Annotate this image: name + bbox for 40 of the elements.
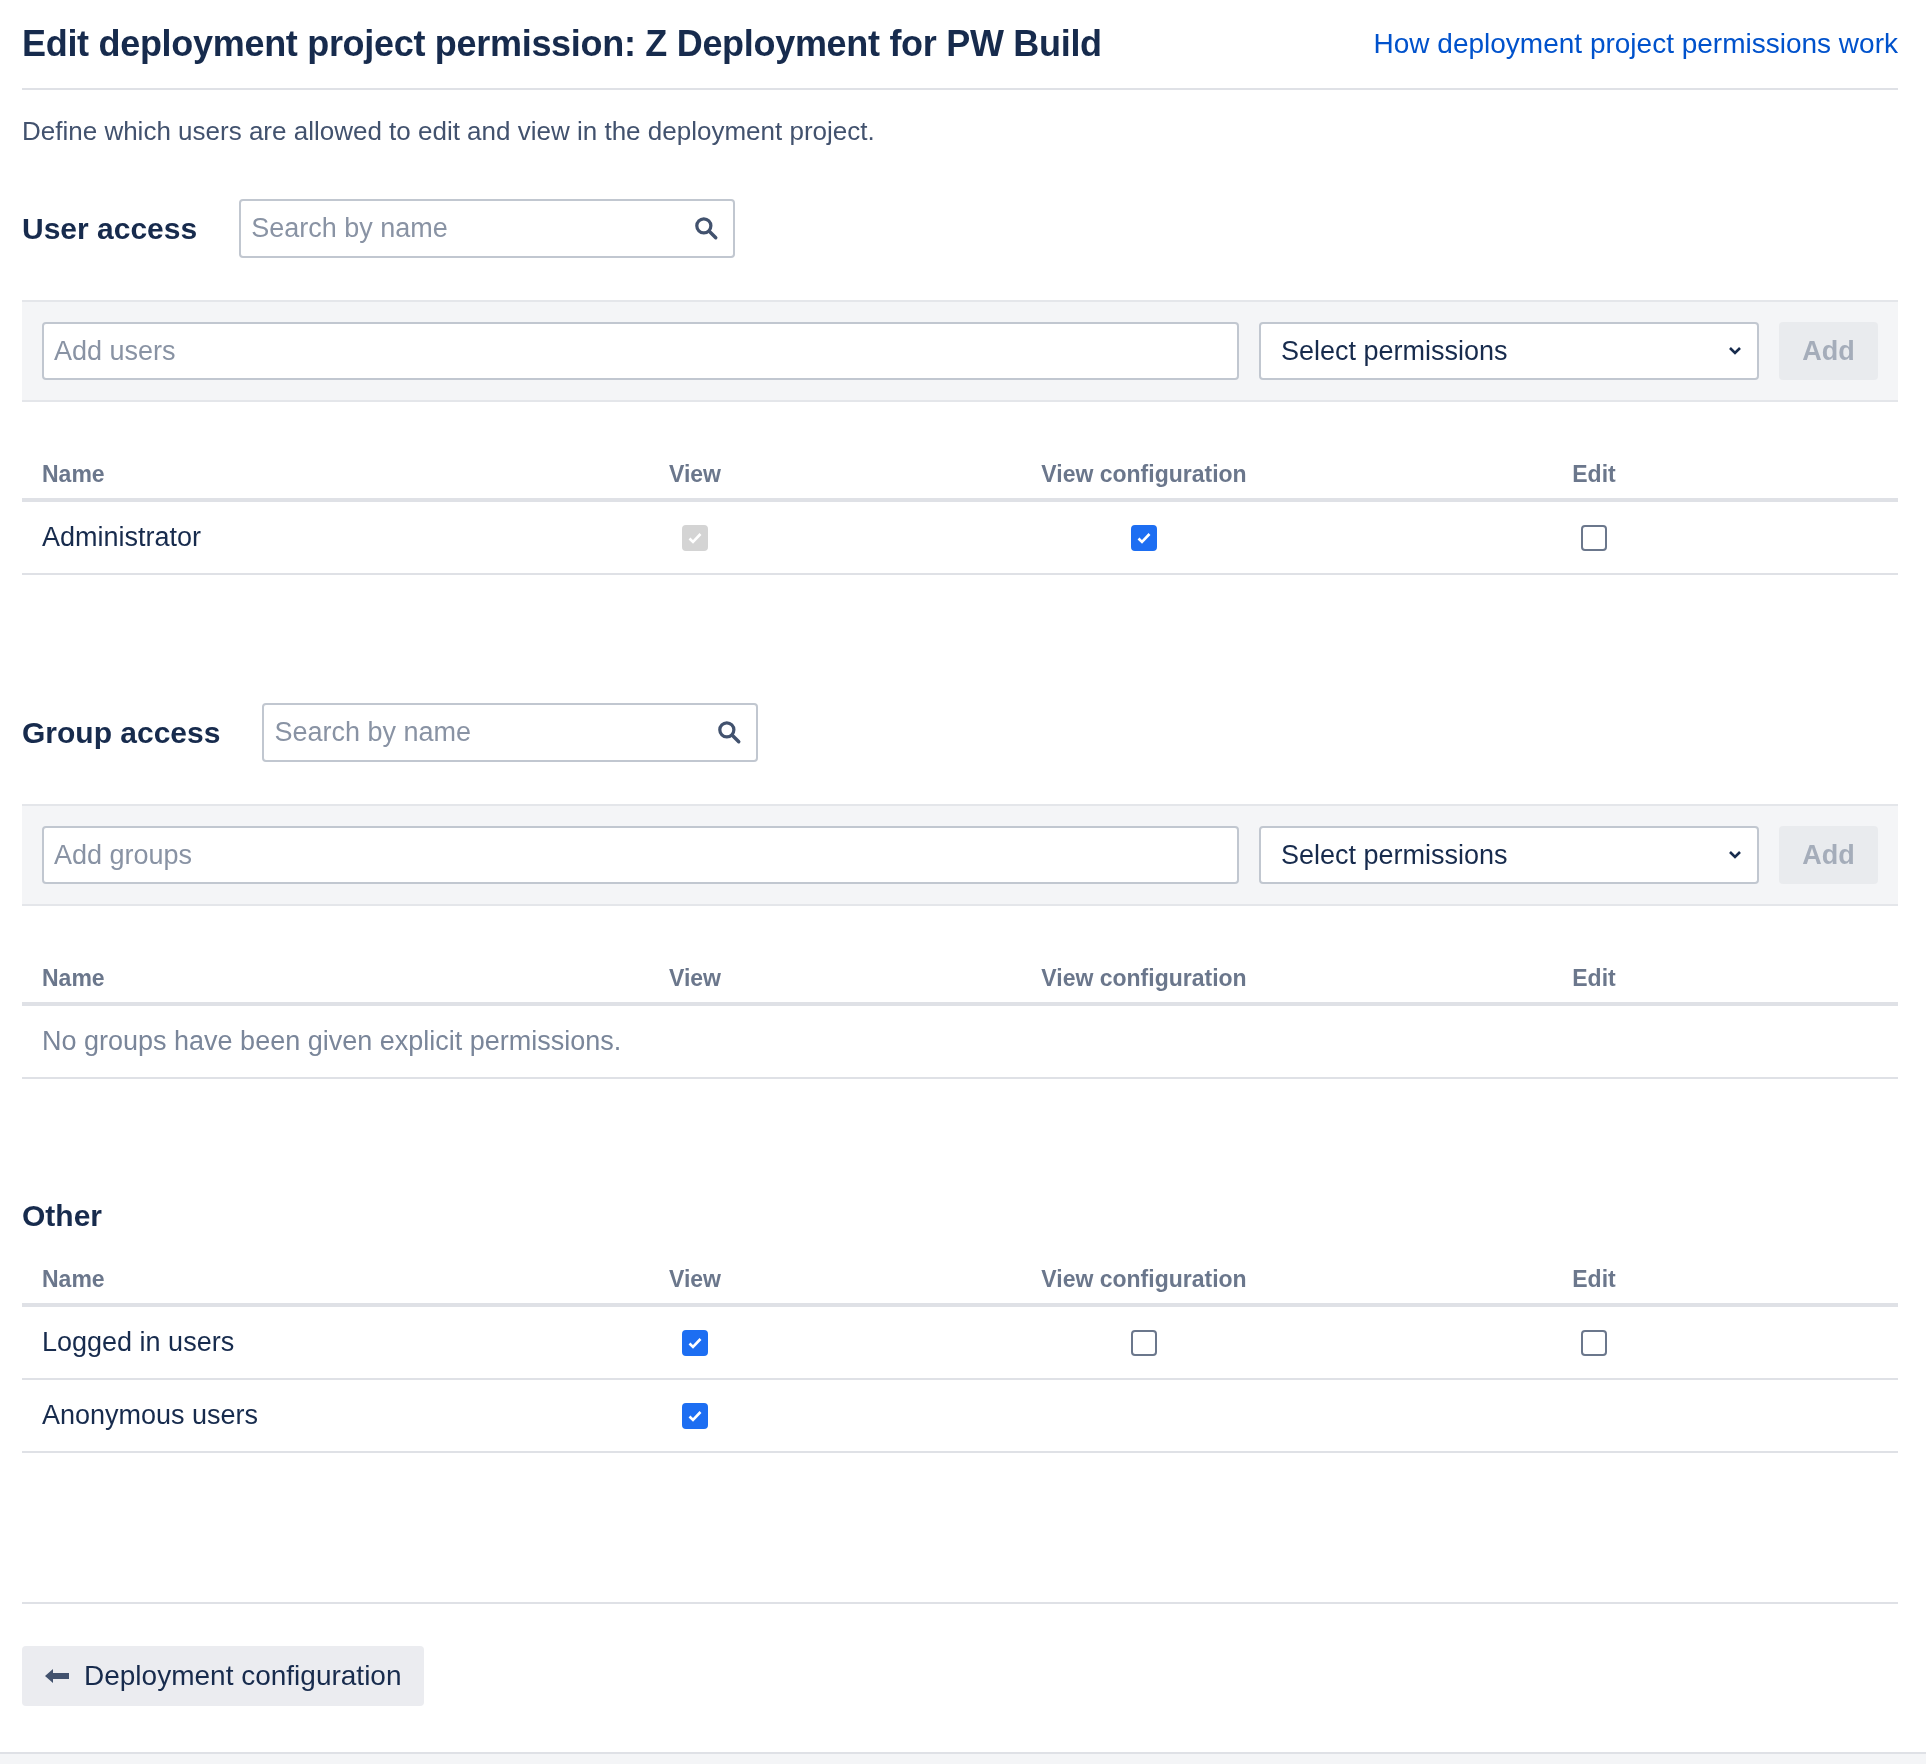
column-header: Edit <box>1572 1265 1616 1293</box>
empty-message: No groups have been given explicit permissions. <box>41 1026 622 1057</box>
column-header: Name <box>41 1265 105 1293</box>
permissions-select[interactable]: Select permissions <box>1259 322 1759 380</box>
checkbox[interactable] <box>682 1329 708 1356</box>
checkbox[interactable] <box>1581 524 1607 551</box>
column-header: View <box>669 460 721 488</box>
help-link[interactable]: How deployment project permissions work <box>1373 28 1898 60</box>
checkbox[interactable] <box>1581 1329 1607 1356</box>
arrow-left-icon <box>44 1668 70 1684</box>
section-heading: User access <box>22 211 198 246</box>
checkbox[interactable] <box>682 1402 708 1429</box>
chevron-down-icon <box>1727 850 1743 860</box>
column-header: View configuration <box>1041 1265 1247 1293</box>
description-text: Define which users are allowed to edit and view in the deployment project. <box>22 116 876 147</box>
column-header: Name <box>41 460 105 488</box>
column-header: Edit <box>1572 460 1616 488</box>
section-heading: Group access <box>22 715 221 750</box>
back-button[interactable]: Deployment configuration <box>22 1646 424 1706</box>
table-cell-text: Anonymous users <box>41 1400 259 1431</box>
table-cell-text: Administrator <box>41 522 202 553</box>
checkbox[interactable] <box>1131 524 1157 551</box>
permissions-select[interactable]: Select permissions <box>1259 826 1759 884</box>
search-field[interactable]: Search by name <box>262 703 759 762</box>
column-header: Name <box>41 964 105 992</box>
column-header: View configuration <box>1041 460 1247 488</box>
search-field[interactable]: Search by name <box>239 199 736 258</box>
add-field[interactable]: Add users <box>42 322 1239 380</box>
column-header: View <box>669 1265 721 1293</box>
column-header: View <box>669 964 721 992</box>
column-header: Edit <box>1572 964 1616 992</box>
column-header: View configuration <box>1041 964 1247 992</box>
page-title: Edit deployment project permission: Z Deployment for PW Build <box>22 23 1102 65</box>
checkbox[interactable] <box>1131 1329 1157 1356</box>
section-heading: Other <box>22 1199 102 1233</box>
search-icon <box>693 215 720 241</box>
table-cell-text: Logged in users <box>41 1327 235 1358</box>
chevron-down-icon <box>1727 346 1743 356</box>
search-icon <box>716 719 743 745</box>
add-field[interactable]: Add groups <box>42 826 1239 884</box>
